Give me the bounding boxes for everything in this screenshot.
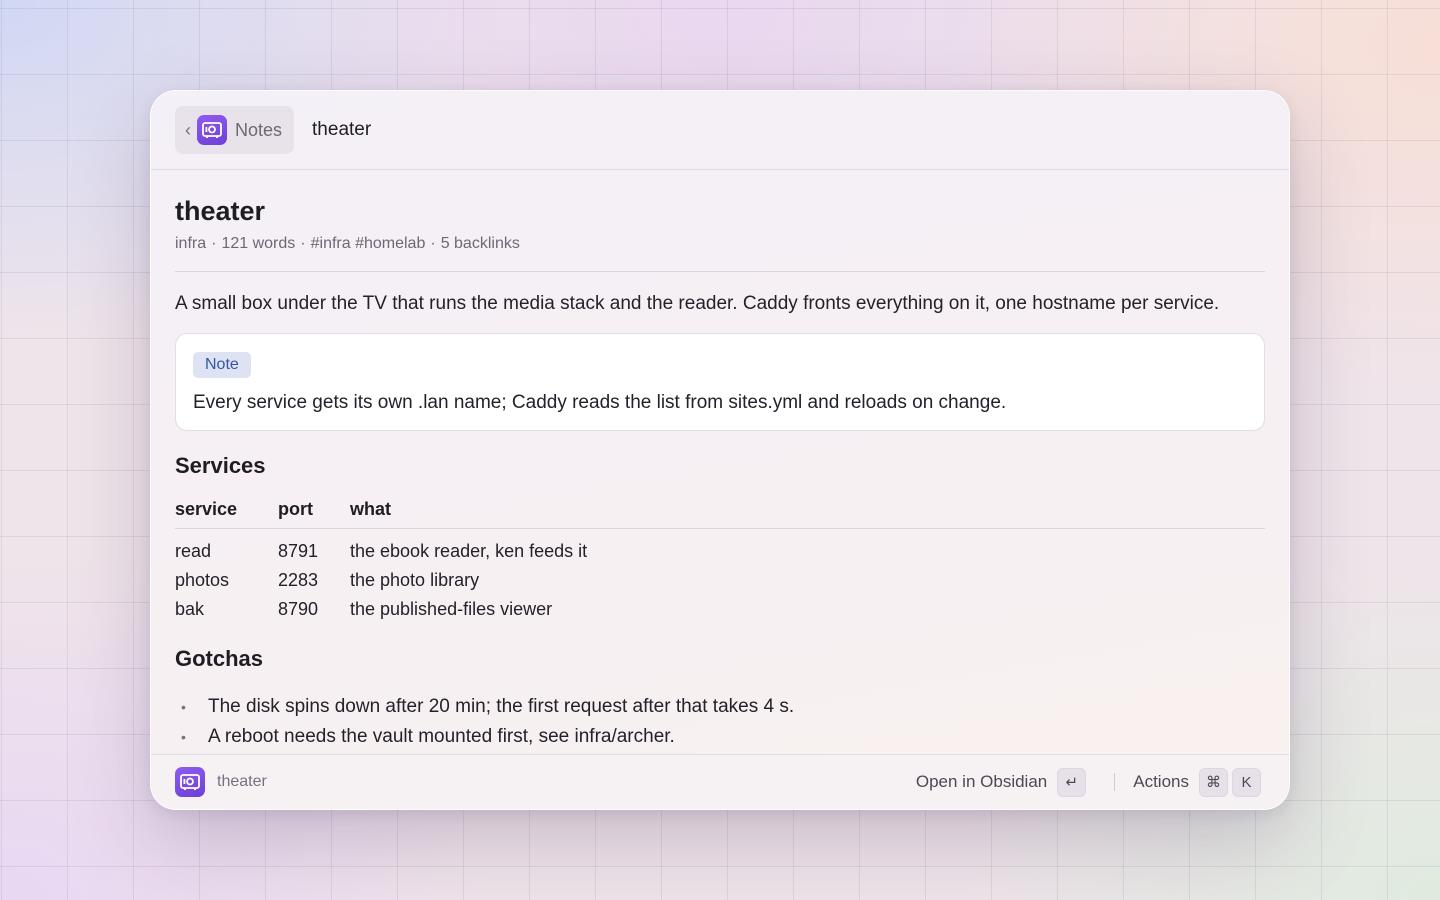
vault-icon (197, 115, 227, 145)
chevron-left-icon: ‹ (185, 120, 191, 140)
back-label: Notes (235, 119, 283, 140)
actions-button[interactable]: Actions (1133, 772, 1189, 792)
table-cell: the ebook reader, ken feeds it (350, 540, 588, 561)
table-header-row: service port what (175, 499, 1265, 529)
header: ‹ Notes theater (151, 91, 1289, 170)
table-cell: read (175, 540, 212, 561)
list-item: • A reboot needs the vault mounted first… (175, 722, 1265, 752)
gotchas-list: • The disk spins down after 20 min; the … (175, 692, 1265, 752)
list-item: • The disk spins down after 20 min; the … (175, 692, 1265, 722)
table-row: read 8791 the ebook reader, ken feeds it (175, 529, 1265, 566)
intro-paragraph: A small box under the TV that runs the m… (175, 293, 1220, 314)
note-callout: Note Every service gets its own .lan nam… (175, 333, 1265, 431)
table-row: bak 8790 the published-files viewer (175, 595, 1265, 624)
vault-icon (175, 767, 205, 797)
meta-words: 121 words (221, 235, 296, 252)
header-title: theater (312, 119, 372, 140)
note-preview-window: ‹ Notes theater theater infra · 121 words ·… (150, 90, 1290, 810)
table-cell: 8791 (278, 540, 319, 561)
note-content: theater infra · 121 words · #infra #homelab ·… (151, 170, 1289, 752)
note-meta: infra · 121 words · #infra #homelab · 5 backli… (175, 235, 520, 252)
table-cell: photos (175, 569, 230, 590)
meta-backlinks[interactable]: 5 backlinks (441, 235, 520, 252)
services-heading: Services (175, 453, 266, 478)
bullet-icon: • (181, 728, 186, 745)
column-header: what (350, 499, 1265, 529)
table-cell: 2283 (278, 569, 319, 590)
column-header: port (278, 499, 350, 529)
bullet-icon: • (181, 698, 186, 715)
table-cell: 8790 (278, 598, 319, 619)
return-key-icon: ↵ (1057, 767, 1087, 797)
gotchas-heading: Gotchas (175, 645, 264, 671)
meta-tags[interactable]: #infra #homelab (311, 235, 426, 252)
column-header: service (175, 499, 278, 529)
list-item-text: The disk spins down after 20 min; the fi… (208, 695, 795, 717)
command-key-icon: ⌘ (1199, 767, 1228, 797)
k-key: K (1232, 767, 1261, 797)
table-cell: the published-files viewer (350, 598, 553, 619)
table-cell: the photo library (350, 569, 480, 590)
meta-folder[interactable]: infra (175, 235, 206, 252)
list-item-text: A reboot needs the vault mounted first, … (208, 725, 675, 747)
open-in-obsidian-button[interactable]: Open in Obsidian (916, 772, 1047, 792)
divider (175, 271, 1265, 272)
table-row: photos 2283 the photo library (175, 566, 1265, 595)
back-button[interactable]: ‹ Notes (175, 106, 295, 154)
table-cell: bak (175, 598, 205, 619)
callout-text: Every service gets its own .lan name; Ca… (193, 392, 1007, 413)
note-title: theater (175, 196, 266, 226)
footer-note-name: theater (217, 773, 267, 790)
footer-bar: theater Open in Obsidian ↵ Actions ⌘ K (151, 754, 1289, 809)
footer-separator (1114, 773, 1116, 791)
callout-badge: Note (193, 352, 251, 378)
services-table: service port what read 8791 the ebook re… (175, 499, 1265, 624)
